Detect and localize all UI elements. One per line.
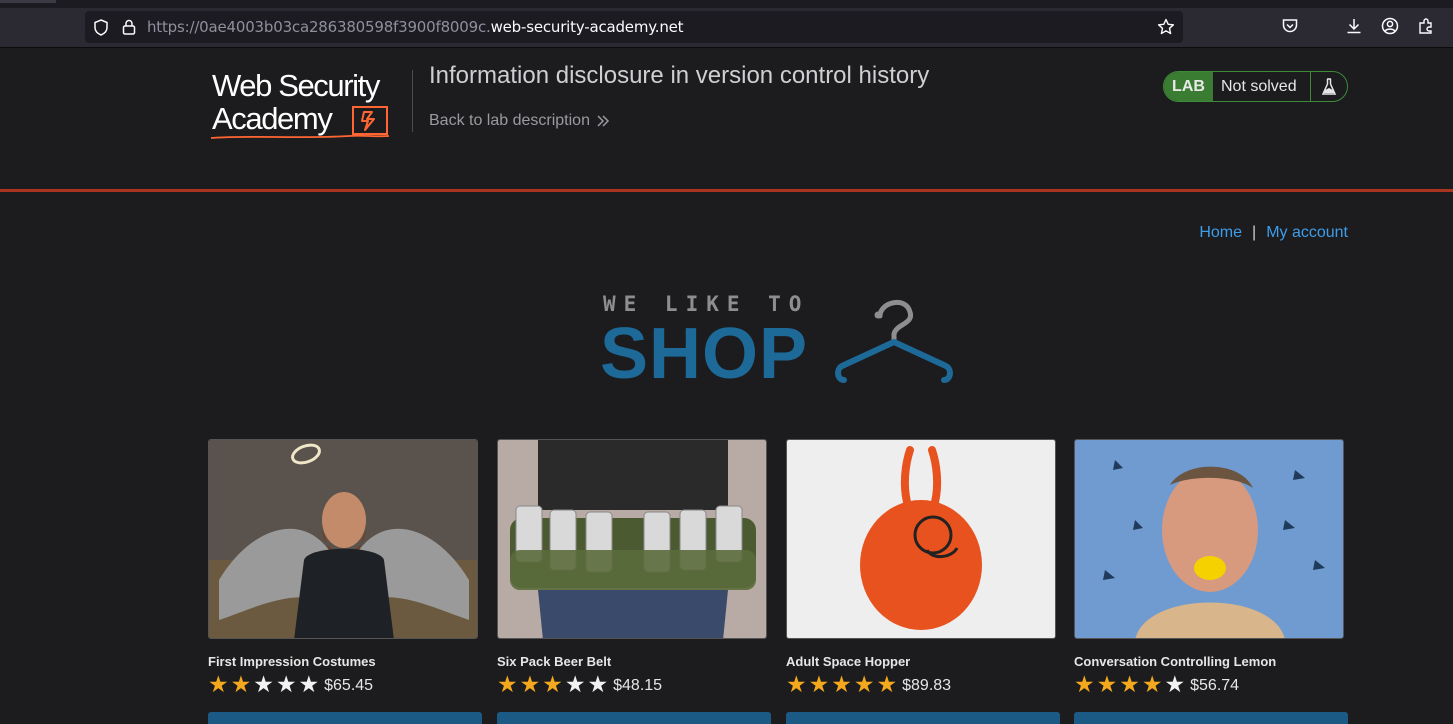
star-empty-icon: ★ bbox=[1164, 671, 1186, 697]
star-filled-icon: ★ bbox=[230, 671, 252, 697]
product-price: $48.15 bbox=[613, 677, 663, 694]
header-accent-rule bbox=[0, 189, 1453, 192]
view-details-button[interactable] bbox=[1074, 712, 1348, 724]
lock-icon[interactable] bbox=[120, 18, 138, 36]
logo-line-academy: Academy bbox=[212, 101, 333, 136]
pocket-icon[interactable] bbox=[1280, 16, 1300, 36]
tab-strip bbox=[0, 0, 1453, 8]
product-rating: ★ ★ ★ ★ ★ $56.74 bbox=[1074, 673, 1239, 696]
star-filled-icon: ★ bbox=[497, 671, 518, 697]
account-icon[interactable] bbox=[1380, 16, 1400, 36]
product-name: Six Pack Beer Belt bbox=[497, 654, 612, 669]
url-prefix: https://0ae4003b03ca286380598f3900f8009c… bbox=[147, 18, 491, 36]
product-card: Adult Space Hopper ★ ★ ★ ★ ★ $89.83 bbox=[786, 439, 1060, 724]
active-tab[interactable] bbox=[0, 0, 56, 3]
view-details-button[interactable] bbox=[497, 712, 771, 724]
view-details-button[interactable] bbox=[208, 712, 482, 724]
nav-my-account-link[interactable]: My account bbox=[1266, 224, 1348, 242]
url-domain: web-security-academy.net bbox=[490, 18, 684, 36]
product-price: $56.74 bbox=[1190, 677, 1240, 694]
star-filled-icon: ★ bbox=[831, 671, 852, 697]
product-price: $65.45 bbox=[324, 677, 374, 694]
product-card: First Impression Costumes ★ ★ ★ ★ ★ $65.45 bbox=[208, 439, 482, 724]
header-divider bbox=[412, 70, 413, 132]
logo-underline bbox=[210, 134, 390, 139]
download-icon[interactable] bbox=[1344, 16, 1364, 36]
shop-logo: WE LIKE TO SHOP bbox=[600, 292, 960, 392]
star-filled-icon: ★ bbox=[519, 671, 541, 697]
back-to-lab-link[interactable]: Back to lab description bbox=[429, 112, 610, 130]
lab-status-text: Not solved bbox=[1213, 72, 1311, 101]
address-bar[interactable]: https://0ae4003b03ca286380598f3900f8009c… bbox=[85, 11, 1183, 43]
star-filled-icon: ★ bbox=[1096, 671, 1118, 697]
lab-badge: LAB bbox=[1164, 72, 1213, 101]
bookmark-star-icon[interactable] bbox=[1157, 18, 1175, 36]
back-link-label: Back to lab description bbox=[429, 112, 590, 129]
product-image[interactable] bbox=[1074, 439, 1344, 639]
star-filled-icon: ★ bbox=[208, 671, 229, 697]
star-empty-icon: ★ bbox=[275, 671, 297, 697]
url-text: https://0ae4003b03ca286380598f3900f8009c… bbox=[147, 18, 684, 36]
star-filled-icon: ★ bbox=[1074, 671, 1095, 697]
product-name: Adult Space Hopper bbox=[786, 654, 911, 669]
extensions-icon[interactable] bbox=[1416, 16, 1436, 36]
product-name: Conversation Controlling Lemon bbox=[1074, 654, 1277, 669]
product-card: Six Pack Beer Belt ★ ★ ★ ★ ★ $48.15 bbox=[497, 439, 771, 724]
lab-title: Information disclosure in version contro… bbox=[429, 62, 930, 89]
star-empty-icon: ★ bbox=[587, 671, 609, 697]
star-filled-icon: ★ bbox=[1141, 671, 1163, 697]
product-image[interactable] bbox=[497, 439, 767, 639]
lab-status-widget: LAB Not solved bbox=[1163, 71, 1348, 102]
star-filled-icon: ★ bbox=[1119, 671, 1140, 697]
logo-bolt-icon bbox=[352, 106, 388, 135]
star-empty-icon: ★ bbox=[298, 671, 320, 697]
star-filled-icon: ★ bbox=[853, 671, 875, 697]
logo-line-web-security: Web Security bbox=[212, 68, 380, 103]
view-details-button[interactable] bbox=[786, 712, 1060, 724]
flask-icon bbox=[1311, 72, 1347, 101]
star-filled-icon: ★ bbox=[876, 671, 898, 697]
nav-separator: | bbox=[1252, 224, 1257, 241]
top-nav: Home | My account bbox=[1199, 224, 1348, 242]
product-rating: ★ ★ ★ ★ ★ $89.83 bbox=[786, 673, 951, 696]
star-filled-icon: ★ bbox=[786, 671, 807, 697]
product-rating: ★ ★ ★ ★ ★ $65.45 bbox=[208, 673, 373, 696]
product-name: First Impression Costumes bbox=[208, 654, 376, 669]
star-empty-icon: ★ bbox=[253, 671, 274, 697]
double-chevron-right-icon bbox=[597, 115, 610, 127]
product-image[interactable] bbox=[786, 439, 1056, 639]
shop-word: SHOP bbox=[600, 314, 809, 394]
product-card: Conversation Controlling Lemon ★ ★ ★ ★ ★ $56.… bbox=[1074, 439, 1348, 724]
browser-toolbar: https://0ae4003b03ca286380598f3900f8009c… bbox=[0, 0, 1453, 48]
nav-home-link[interactable]: Home bbox=[1199, 224, 1242, 242]
star-empty-icon: ★ bbox=[564, 671, 586, 697]
star-filled-icon: ★ bbox=[808, 671, 830, 697]
shield-icon[interactable] bbox=[92, 18, 110, 36]
product-rating: ★ ★ ★ ★ ★ $48.15 bbox=[497, 673, 662, 696]
shop-tagline: WE LIKE TO bbox=[603, 292, 810, 316]
star-filled-icon: ★ bbox=[542, 671, 563, 697]
product-image[interactable] bbox=[208, 439, 478, 639]
product-price: $89.83 bbox=[902, 677, 952, 694]
hanger-icon bbox=[835, 300, 953, 383]
academy-logo[interactable]: Web Security Academy bbox=[209, 67, 409, 142]
